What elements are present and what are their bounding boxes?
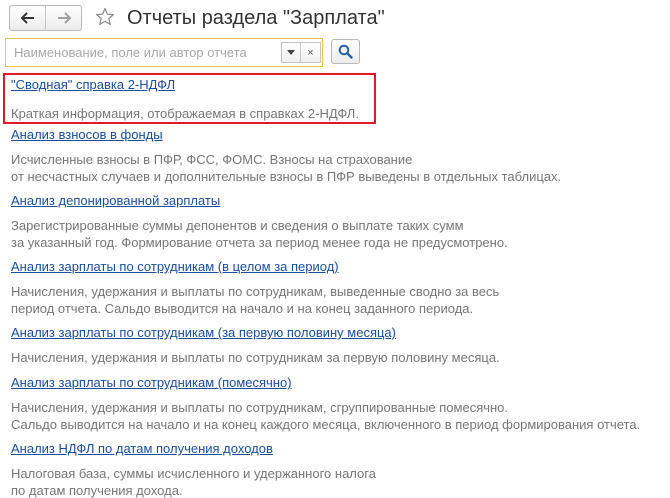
clear-icon: × bbox=[307, 46, 314, 59]
report-link[interactable]: Анализ депонированной зарплаты bbox=[11, 193, 220, 209]
report-description: Начисления, удержания и выплаты по сотру… bbox=[11, 284, 500, 299]
search-box: × bbox=[5, 38, 323, 67]
search-dropdown-button[interactable] bbox=[281, 42, 301, 63]
magnifier-icon bbox=[338, 44, 353, 59]
triangle-down-icon bbox=[287, 50, 295, 55]
report-description: Исчисленные взносы в ПФР, ФСС, ФОМС. Взн… bbox=[11, 152, 413, 167]
report-link[interactable]: Анализ зарплаты по сотрудникам (за перву… bbox=[11, 325, 396, 341]
report-description: Начисления, удержания и выплаты по сотру… bbox=[11, 400, 509, 415]
add-to-favorites-button[interactable] bbox=[93, 5, 117, 29]
forward-button[interactable] bbox=[45, 6, 81, 30]
report-description: Сальдо выводится на начало и на конец ка… bbox=[11, 417, 641, 432]
report-link[interactable]: Анализ зарплаты по сотрудникам (помесячн… bbox=[11, 375, 292, 391]
page-title: Отчеты раздела "Зарплата" bbox=[127, 7, 385, 29]
report-description: от несчастных случаев и дополнительные в… bbox=[11, 169, 562, 184]
report-description: Начисления, удержания и выплаты по сотру… bbox=[11, 350, 500, 365]
star-outline-icon bbox=[95, 7, 115, 26]
reports-panel: Отчеты раздела "Зарплата" × "Сводная" сп… bbox=[0, 0, 670, 498]
report-description: период отчета. Сальдо выводится на начал… bbox=[11, 301, 474, 316]
report-description: по датам получения дохода. bbox=[11, 483, 183, 498]
report-description: за указанный год. Формирование отчета за… bbox=[11, 235, 508, 250]
search-clear-button[interactable]: × bbox=[301, 42, 321, 63]
report-link[interactable]: "Сводная" справка 2-НДФЛ bbox=[11, 77, 175, 93]
back-button[interactable] bbox=[10, 6, 45, 30]
report-link[interactable]: Анализ зарплаты по сотрудникам (в целом … bbox=[11, 259, 339, 275]
report-description: Зарегистрированные суммы депонентов и св… bbox=[11, 218, 464, 233]
arrow-left-icon bbox=[20, 12, 34, 24]
report-description: Краткая информация, отображаемая в справ… bbox=[11, 106, 359, 121]
navigation-buttons bbox=[9, 5, 82, 31]
report-link[interactable]: Анализ взносов в фонды bbox=[11, 127, 163, 143]
search-button[interactable] bbox=[331, 39, 360, 64]
arrow-right-icon bbox=[57, 12, 71, 24]
report-link[interactable]: Анализ НДФЛ по датам получения доходов bbox=[11, 441, 273, 457]
report-description: Налоговая база, суммы исчисленного и уде… bbox=[11, 466, 376, 481]
search-input[interactable] bbox=[9, 42, 277, 63]
